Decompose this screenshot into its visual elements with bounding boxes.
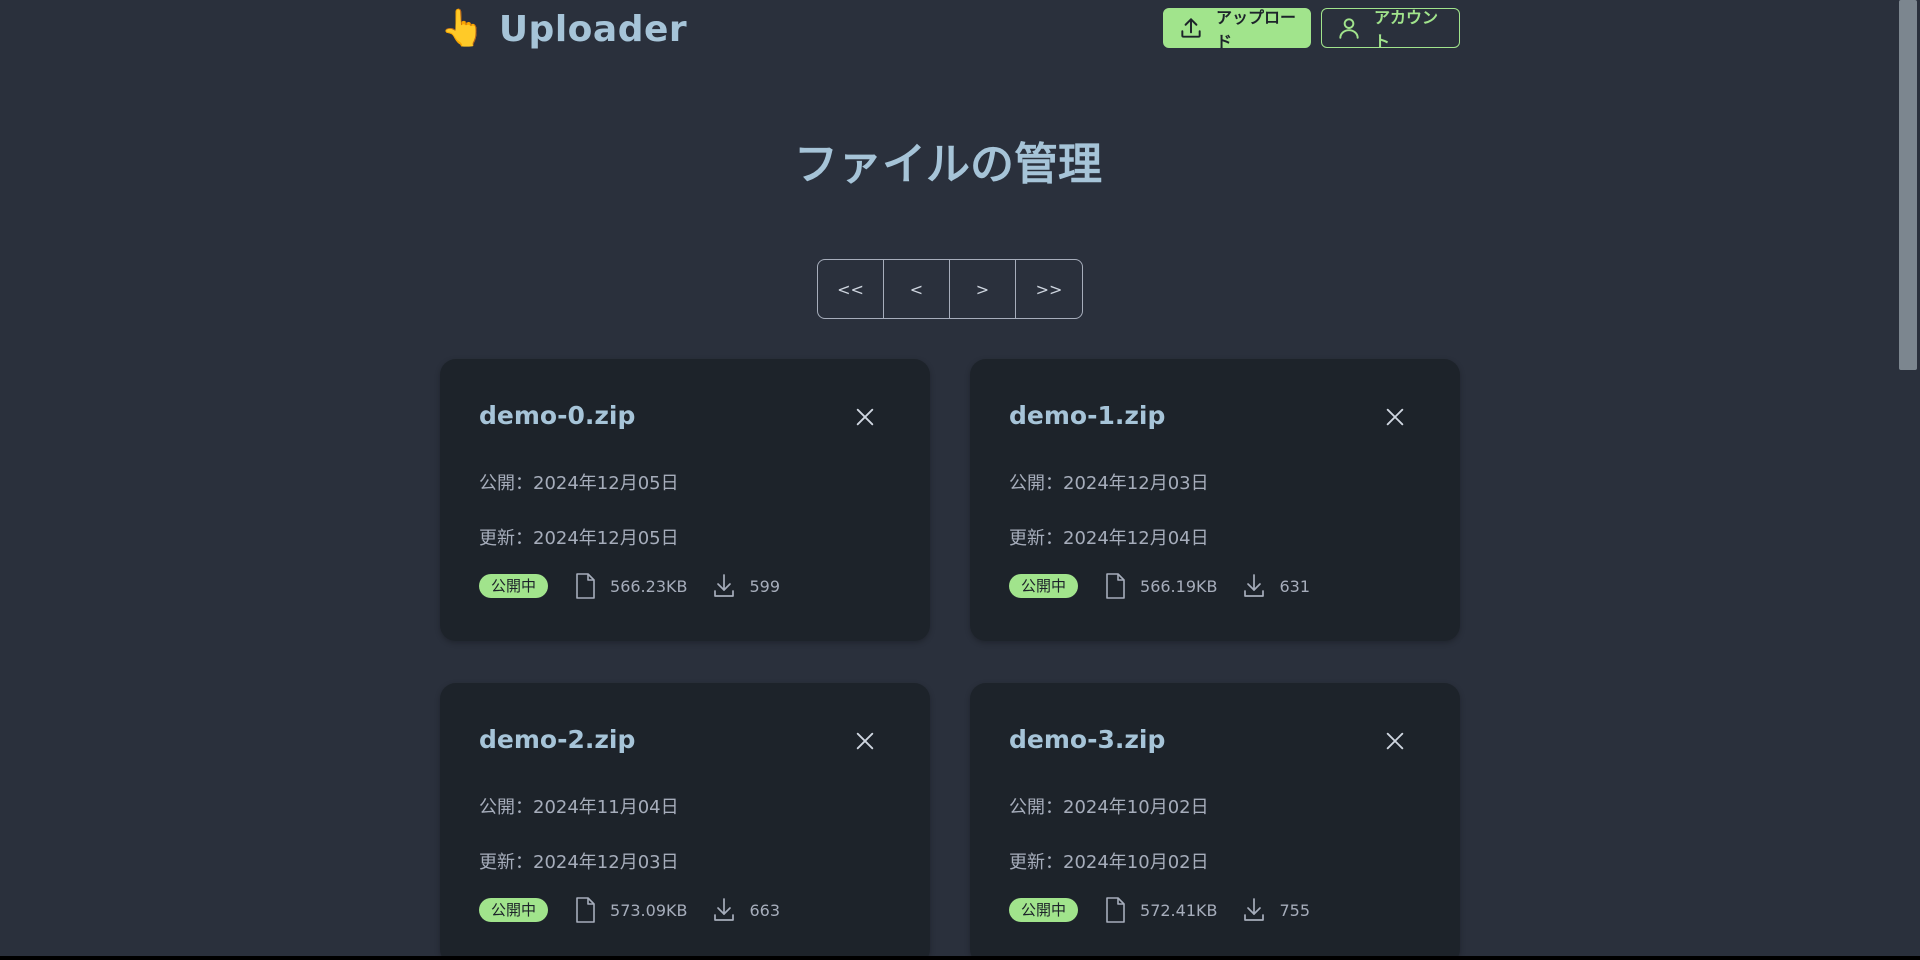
file-size: 566.19KB xyxy=(1140,576,1218,596)
account-button[interactable]: アカウント xyxy=(1321,8,1460,51)
download-icon xyxy=(1244,574,1265,597)
download-count: 663 xyxy=(749,900,781,920)
close-icon[interactable] xyxy=(854,730,876,752)
download-icon xyxy=(1244,898,1265,921)
user-icon xyxy=(1339,18,1359,39)
page-scrollbar[interactable] xyxy=(1896,0,1920,960)
file-card: demo-0.zip 公開：2024年12月05日 更新：2024年12月05日… xyxy=(440,359,930,641)
published-date: 公開：2024年10月02日 xyxy=(1009,797,1209,818)
file-meta: 公開中 572.41KB 755 xyxy=(1009,896,1310,924)
status-badge: 公開中 xyxy=(1009,574,1079,598)
first-page-button[interactable]: << xyxy=(818,260,884,318)
file-name[interactable]: demo-0.zip xyxy=(479,401,635,430)
download-count: 599 xyxy=(749,576,781,596)
file-meta: 公開中 566.23KB 599 xyxy=(479,572,780,600)
file-name[interactable]: demo-3.zip xyxy=(1009,725,1165,754)
file-card: demo-2.zip 公開：2024年11月04日 更新：2024年12月03日… xyxy=(440,683,930,960)
file-card: demo-1.zip 公開：2024年12月03日 更新：2024年12月04日… xyxy=(970,359,1460,641)
updated-date: 更新：2024年12月05日 xyxy=(479,528,679,549)
file-icon xyxy=(1106,573,1125,599)
status-badge: 公開中 xyxy=(479,574,549,598)
prev-page-button[interactable]: < xyxy=(884,260,950,318)
app-header: 👆 Uploader アップロード アカウント xyxy=(440,0,1460,60)
page: 👆 Uploader アップロード アカウント ファイルの管理 << < > >… xyxy=(0,0,1920,960)
account-button-label: アカウント xyxy=(1374,8,1439,51)
file-icon xyxy=(576,573,595,599)
published-date: 公開：2024年11月04日 xyxy=(479,797,679,818)
pointing-hand-icon: 👆 xyxy=(440,8,485,49)
download-icon xyxy=(714,574,735,597)
file-size: 566.23KB xyxy=(610,576,688,596)
header-actions: アップロード アカウント xyxy=(1163,8,1460,51)
close-icon[interactable] xyxy=(1384,730,1406,752)
published-date: 公開：2024年12月03日 xyxy=(1009,473,1209,494)
file-icon xyxy=(576,897,595,923)
download-count: 755 xyxy=(1279,900,1311,920)
upload-icon xyxy=(1181,18,1201,38)
file-meta: 公開中 573.09KB 663 xyxy=(479,896,780,924)
download-icon xyxy=(714,898,735,921)
status-badge: 公開中 xyxy=(1009,898,1079,922)
file-icon xyxy=(1106,897,1125,923)
updated-date: 更新：2024年12月03日 xyxy=(479,852,679,873)
last-page-button[interactable]: >> xyxy=(1016,260,1082,318)
status-badge: 公開中 xyxy=(479,898,549,922)
pagination: << < > >> xyxy=(817,259,1083,319)
next-page-button[interactable]: > xyxy=(950,260,1016,318)
file-name[interactable]: demo-1.zip xyxy=(1009,401,1165,430)
brand[interactable]: 👆 Uploader xyxy=(440,9,687,50)
file-card: demo-3.zip 公開：2024年10月02日 更新：2024年10月02日… xyxy=(970,683,1460,960)
file-meta: 公開中 566.19KB 631 xyxy=(1009,572,1310,600)
download-count: 631 xyxy=(1279,576,1311,596)
upload-button-label: アップロード xyxy=(1216,8,1297,51)
close-icon[interactable] xyxy=(1384,406,1406,428)
file-size: 572.41KB xyxy=(1140,900,1218,920)
close-icon[interactable] xyxy=(854,406,876,428)
brand-title: Uploader xyxy=(498,8,688,50)
upload-button[interactable]: アップロード xyxy=(1163,8,1311,51)
file-size: 573.09KB xyxy=(610,900,688,920)
scrollbar-thumb[interactable] xyxy=(1899,0,1917,370)
published-date: 公開：2024年12月05日 xyxy=(479,473,679,494)
bottom-border xyxy=(0,956,1920,960)
updated-date: 更新：2024年12月04日 xyxy=(1009,528,1209,549)
updated-date: 更新：2024年10月02日 xyxy=(1009,852,1209,873)
page-title: ファイルの管理 xyxy=(794,139,1102,190)
file-name[interactable]: demo-2.zip xyxy=(479,725,635,754)
